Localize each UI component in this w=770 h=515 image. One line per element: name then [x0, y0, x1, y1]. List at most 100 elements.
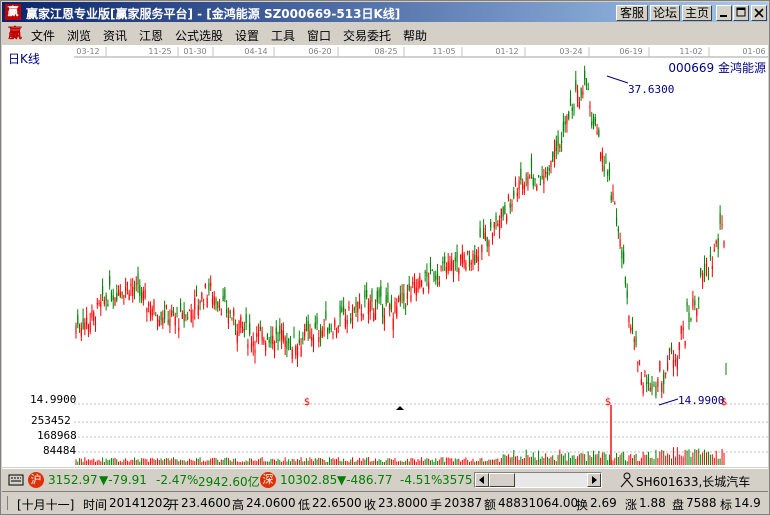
date-tick-label: 01-12 [495, 47, 518, 56]
candle-body [213, 296, 215, 306]
candle-body [158, 319, 160, 327]
candle-body [366, 290, 368, 298]
candle-body [263, 339, 265, 343]
candle-body [355, 301, 357, 308]
candle-body [507, 196, 510, 199]
info-hand-label: 手 [430, 498, 443, 512]
candle-body [101, 286, 104, 295]
candle-body [187, 317, 189, 319]
candle-body [711, 265, 713, 270]
candle-body [203, 304, 205, 306]
candle-body [330, 328, 332, 330]
stock-person-icon[interactable] [620, 472, 634, 488]
keyboard-icon[interactable] [8, 473, 24, 487]
candle-body [651, 383, 653, 391]
candle-body [176, 312, 178, 314]
candle-body [165, 305, 167, 308]
candle-body [389, 304, 391, 311]
menu-window[interactable]: 窗口 [307, 27, 331, 44]
menu-settings[interactable]: 设置 [235, 27, 259, 44]
info-low: 22.6500 [312, 496, 362, 510]
candle-body [353, 307, 355, 311]
zhuye-button[interactable]: 主页 [682, 5, 712, 21]
menu-tools[interactable]: 工具 [271, 27, 295, 44]
candle-body [139, 284, 141, 296]
candle-body [555, 140, 557, 152]
candle-body [123, 295, 125, 298]
candle-body [298, 339, 300, 344]
menu-news[interactable]: 资讯 [103, 27, 127, 44]
kline-chart[interactable]: 03-12 11-25 01-30 04-14 06-20 08-25 11-05 01-12… [2, 45, 768, 467]
candle-body [584, 70, 586, 80]
date-tick-label: 06-20 [308, 47, 331, 56]
candle-body [635, 336, 637, 346]
candle-body [265, 343, 267, 351]
candle-body [116, 293, 118, 301]
candle-body [382, 306, 384, 317]
candle-body [672, 359, 675, 368]
scroll-thumb[interactable] [489, 473, 515, 487]
candle-body [684, 340, 686, 346]
candle-body [451, 259, 453, 271]
sz-index-icon[interactable]: 深 [260, 472, 276, 488]
candle-body [289, 342, 292, 351]
title-bar[interactable]: 赢 赢家江恩专业版[赢家服务平台] - [金鸿能源 SZ000669-513日K… [2, 2, 768, 22]
info-time: 20141202 [109, 496, 171, 510]
candle-body [668, 348, 671, 352]
candle-body [234, 323, 237, 327]
sh-index-pct: -2.47% [156, 473, 199, 487]
candle-body [84, 322, 86, 330]
candle-body [421, 280, 423, 286]
candle-body [376, 291, 378, 303]
menu-formula[interactable]: 公式选股 [175, 27, 223, 44]
candle-body [210, 282, 212, 287]
scroll-right-button[interactable] [587, 473, 601, 487]
candle-body [688, 312, 690, 323]
info-amount-label: 额 [484, 498, 497, 512]
minimize-icon [720, 15, 727, 17]
candle-body [514, 182, 517, 186]
candle-body [348, 306, 350, 309]
date-tick-label: 03-24 [559, 47, 582, 56]
candle-body [523, 185, 525, 190]
menu-file[interactable]: 文件 [31, 27, 55, 44]
scroll-left-button[interactable] [475, 473, 489, 487]
candle-body [516, 192, 518, 197]
candle-body [436, 273, 439, 281]
menu-trade[interactable]: 交易委托 [343, 27, 391, 44]
candle-body [371, 290, 373, 302]
candle-body [350, 318, 352, 322]
close-button[interactable] [751, 5, 767, 21]
kefu-button[interactable]: 客服 [616, 5, 648, 21]
candle-body [682, 327, 684, 331]
candle-body [623, 251, 625, 263]
candle-body [610, 195, 612, 201]
minimize-button[interactable] [716, 5, 732, 21]
candle-body [128, 292, 130, 301]
menu-gann[interactable]: 江恩 [139, 27, 163, 44]
close-icon [754, 8, 764, 18]
maximize-button[interactable] [733, 5, 749, 21]
candle-body [194, 298, 196, 310]
candle-body [506, 216, 508, 222]
candle-body [309, 331, 311, 339]
candle-body [676, 357, 678, 370]
horizontal-scrollbar[interactable] [474, 472, 602, 488]
candle-body [657, 379, 659, 387]
candle-body [644, 375, 646, 377]
candle-body [573, 106, 575, 109]
candle-body [719, 213, 721, 225]
kline-svg[interactable]: 03-12 11-25 01-30 04-14 06-20 08-25 11-05 01-12… [2, 45, 768, 467]
candle-body [713, 249, 715, 252]
sh-index-icon[interactable]: 沪 [28, 472, 44, 488]
candle-body [707, 274, 710, 276]
candle-body [406, 292, 409, 299]
candle-body [403, 293, 405, 302]
luntan-button[interactable]: 论坛 [650, 5, 680, 21]
menu-browse[interactable]: 浏览 [67, 27, 91, 44]
date-tick-label: 04-14 [244, 47, 267, 56]
menu-help[interactable]: 帮助 [403, 27, 427, 44]
candle-body [596, 131, 598, 134]
sz-index-amount: 3575. [442, 473, 477, 487]
candle-body [179, 302, 182, 312]
